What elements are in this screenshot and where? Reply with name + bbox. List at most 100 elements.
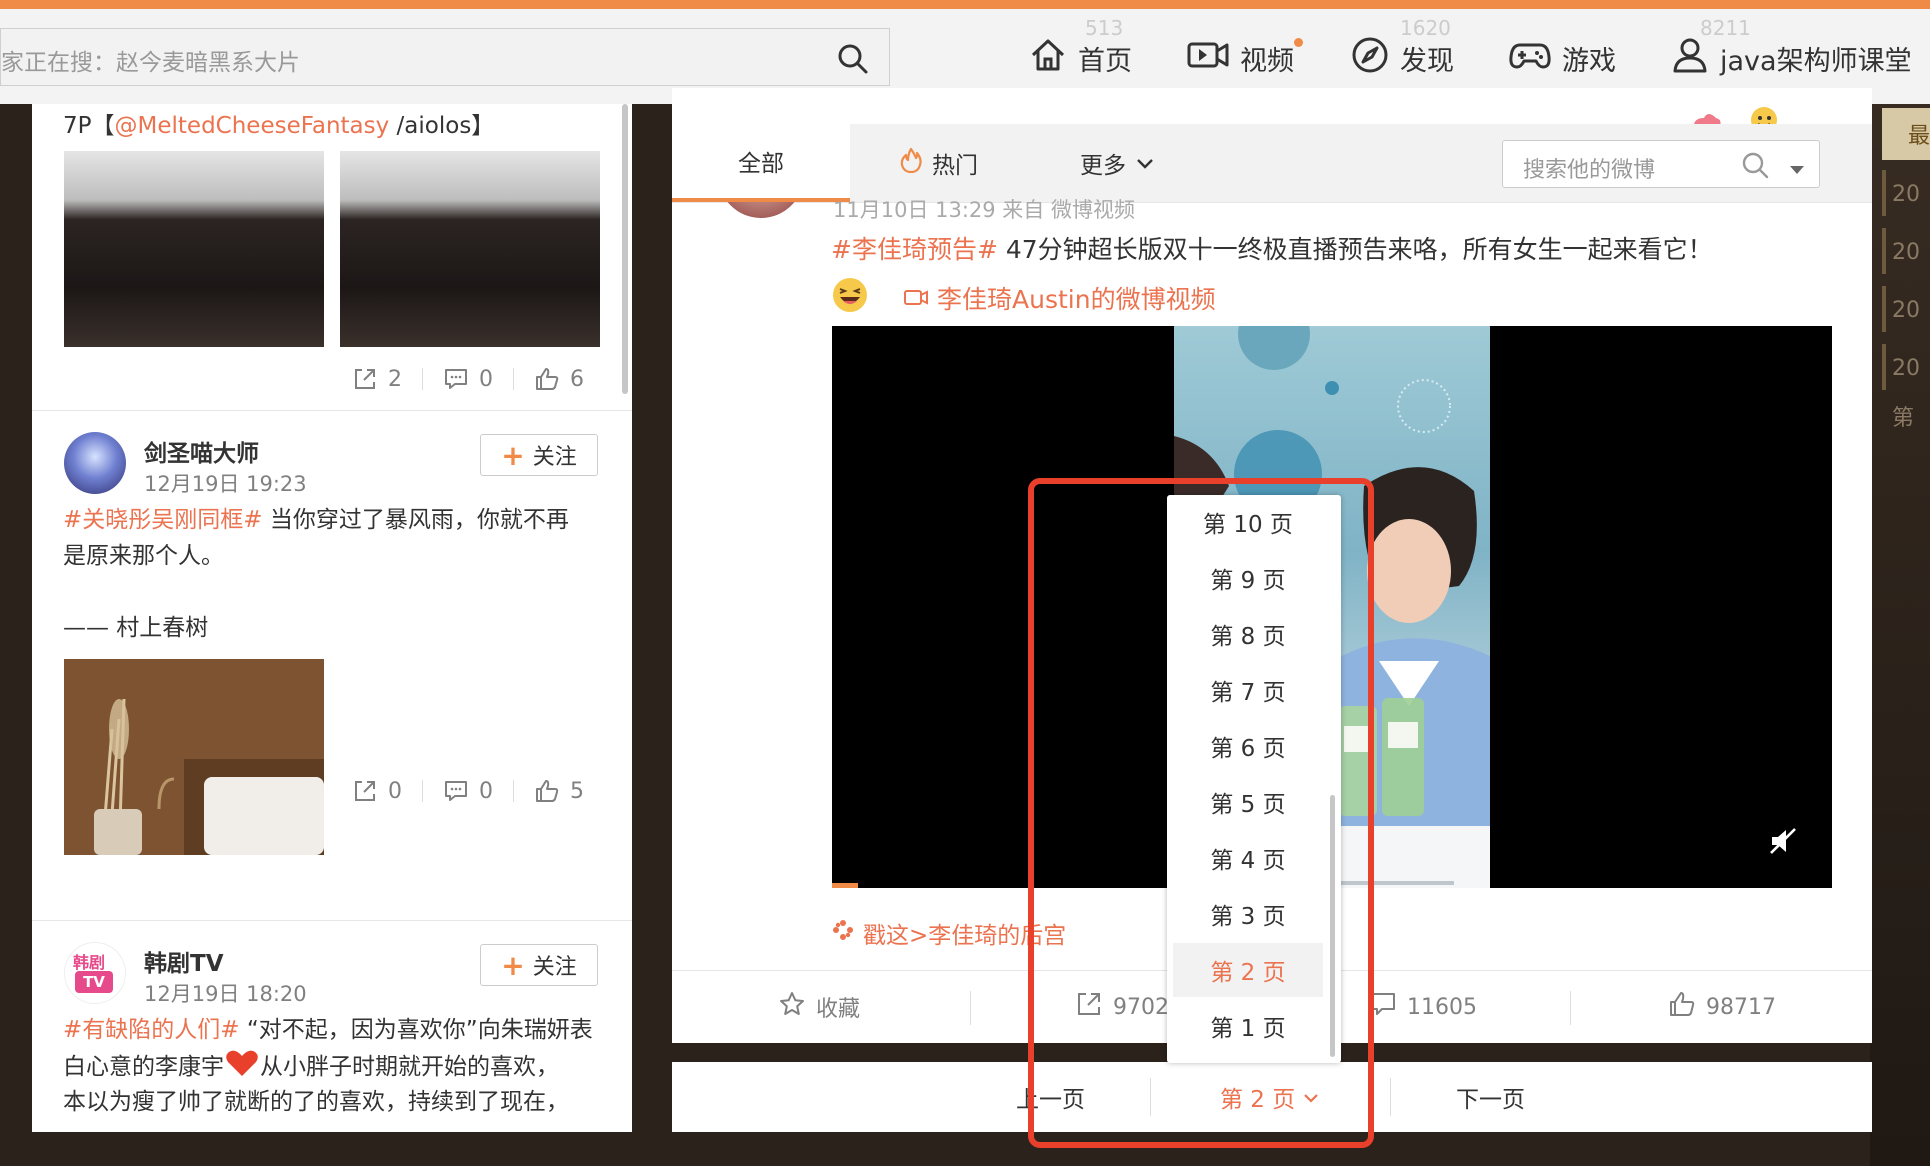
mute-icon[interactable] xyxy=(1768,826,1798,860)
like-icon xyxy=(1668,990,1706,1024)
post2-time[interactable]: 12月19日 19:23 xyxy=(144,468,307,498)
caret-down-icon[interactable] xyxy=(1789,160,1805,179)
post2-repost[interactable]: 0 xyxy=(352,778,402,804)
post1-text: 7P【@MeltedCheeseFantasy /aiolos】 xyxy=(63,108,494,144)
post3-topic-link[interactable]: #有缺陷的人们# xyxy=(63,1017,240,1043)
comment-icon xyxy=(445,781,467,801)
post2-text-line2: 是原来那个人。 xyxy=(63,543,224,569)
post2-text-line1: #关晓彤吴刚同框# 当你穿过了暴风雨，你就不再 xyxy=(63,502,569,538)
video-icon xyxy=(1186,35,1240,82)
post3-username[interactable]: 韩剧TV xyxy=(144,944,224,978)
post2-topic-link[interactable]: #关晓彤吴刚同框# xyxy=(63,507,263,533)
avatar-brand-text-bottom: TV xyxy=(75,971,113,993)
plus-icon: + xyxy=(501,438,525,472)
flower-icon xyxy=(831,918,855,948)
repost-icon xyxy=(355,369,375,389)
action-separator xyxy=(970,991,971,1025)
post1-text-prefix: 7P【 xyxy=(63,113,115,139)
pager-separator xyxy=(1390,1078,1391,1116)
comment-icon xyxy=(1369,990,1407,1024)
post2-image[interactable] xyxy=(64,659,324,855)
timeline-year[interactable]: 20 xyxy=(1892,182,1920,207)
avatar-brand-text-top: 韩剧 xyxy=(73,953,106,972)
post3-text-line3: 本以为瘦了帅了就断的了的喜欢，持续到了现在， xyxy=(63,1089,569,1115)
flame-icon xyxy=(900,147,922,179)
post2-comment[interactable]: 0 xyxy=(443,778,493,804)
timeline-year[interactable]: 20 xyxy=(1892,298,1920,323)
nav-home-label: 首页 xyxy=(1078,45,1132,77)
video-camera-icon xyxy=(903,284,929,313)
nav-discover[interactable]: 发现 xyxy=(1350,36,1454,80)
post1-repost-count: 2 xyxy=(388,366,402,392)
plus-icon: + xyxy=(501,948,525,982)
like-icon xyxy=(536,368,559,390)
avatar[interactable]: 韩剧 TV xyxy=(64,942,126,1004)
post3-text: “对不起，因为喜欢你”向朱瑞妍表 xyxy=(239,1017,593,1043)
like-button[interactable]: 98717 xyxy=(1668,971,1776,1043)
post3-text-2a: 白心意的李康宇 xyxy=(63,1054,224,1080)
star-icon xyxy=(778,990,816,1024)
video-progress-bar[interactable] xyxy=(832,883,858,888)
heart-icon xyxy=(224,1048,260,1089)
tab-hot[interactable]: 热门 xyxy=(900,124,978,202)
post2-username[interactable]: 剑圣喵大师 xyxy=(144,434,259,468)
timeline-bar xyxy=(1882,228,1886,274)
favorite-label: 收藏 xyxy=(816,997,861,1022)
post2-like-count: 5 xyxy=(570,778,584,804)
post1-mention-link[interactable]: @MeltedCheeseFantasy xyxy=(115,113,390,139)
timeline-tag[interactable]: 最 xyxy=(1882,108,1930,160)
comment-button[interactable]: 11605 xyxy=(1369,971,1477,1043)
post1-image-1[interactable] xyxy=(64,151,324,347)
timeline-bar xyxy=(1882,286,1886,332)
user-icon xyxy=(1670,35,1720,82)
post1-repost[interactable]: 2 xyxy=(352,366,402,392)
nav-profile-label: java架构师课堂 xyxy=(1720,45,1912,77)
post3-text-2b: 从小胖子时期就开始的喜欢， xyxy=(260,1054,559,1080)
repost-icon xyxy=(355,781,375,801)
post2-stats: 0 0 5 xyxy=(352,778,584,804)
post-avatar[interactable] xyxy=(712,202,810,228)
video-source-link[interactable]: 李佳琦Austin的微博视频 xyxy=(937,280,1216,316)
next-page-button[interactable]: 下一页 xyxy=(1456,1062,1525,1132)
nav-video[interactable]: 视频 xyxy=(1186,35,1303,82)
post2-repost-count: 0 xyxy=(388,778,402,804)
post1-comment[interactable]: 0 xyxy=(443,366,493,392)
post3-time[interactable]: 12月19日 18:20 xyxy=(144,978,307,1008)
post3-text-line1: #有缺陷的人们# “对不起，因为喜欢你”向朱瑞妍表 xyxy=(63,1012,593,1048)
post2-like[interactable]: 5 xyxy=(534,778,584,804)
post-meta: 11月10日 13:29 来自 微博视频 xyxy=(833,198,1135,222)
annotation-highlight-box xyxy=(1028,478,1374,1148)
gamepad-icon xyxy=(1508,35,1562,82)
nav-profile[interactable]: java架构师课堂 xyxy=(1670,36,1912,80)
search-icon[interactable] xyxy=(837,43,869,79)
post-topic-link[interactable]: #李佳琦预告# xyxy=(831,235,998,264)
nav-game[interactable]: 游戏 xyxy=(1508,36,1616,80)
tab-all[interactable]: 全部 xyxy=(672,124,850,202)
laughing-emoji-icon xyxy=(831,276,869,320)
post-divider xyxy=(32,920,632,921)
timeline-bottom-label[interactable]: 第 xyxy=(1892,400,1914,432)
left-feed-scrollbar[interactable] xyxy=(622,104,628,394)
timeline-year[interactable]: 20 xyxy=(1892,356,1920,381)
search-placeholder: 家正在搜：赵今麦暗黑系大片 xyxy=(1,50,300,76)
post3-follow-button[interactable]: + 关注 xyxy=(480,944,598,986)
avatar[interactable] xyxy=(64,432,126,494)
post2-follow-button[interactable]: + 关注 xyxy=(480,434,598,476)
nav-home[interactable]: 首页 xyxy=(1028,36,1132,80)
post1-image-2[interactable] xyxy=(340,151,600,347)
like-count: 98717 xyxy=(1706,994,1776,1020)
page-background xyxy=(1870,0,1930,1166)
timeline-bar xyxy=(1882,344,1886,390)
post2-comment-count: 0 xyxy=(479,778,493,804)
search-icon[interactable] xyxy=(1741,151,1769,183)
post3-text-line2: 白心意的李康宇 从小胖子时期就开始的喜欢， xyxy=(63,1048,559,1089)
tab-more[interactable]: 更多 xyxy=(1080,124,1154,202)
post1-stats: 2 0 6 xyxy=(352,366,584,392)
timeline-year[interactable]: 20 xyxy=(1892,240,1920,265)
nav-video-label: 视频 xyxy=(1240,45,1294,77)
favorite-button[interactable]: 收藏 xyxy=(778,971,860,1043)
home-icon xyxy=(1028,35,1078,82)
profile-search-input[interactable]: 搜索他的微博 xyxy=(1502,140,1820,188)
hot-search-input[interactable]: 家正在搜：赵今麦暗黑系大片 xyxy=(0,28,890,86)
post1-like[interactable]: 6 xyxy=(534,366,584,392)
